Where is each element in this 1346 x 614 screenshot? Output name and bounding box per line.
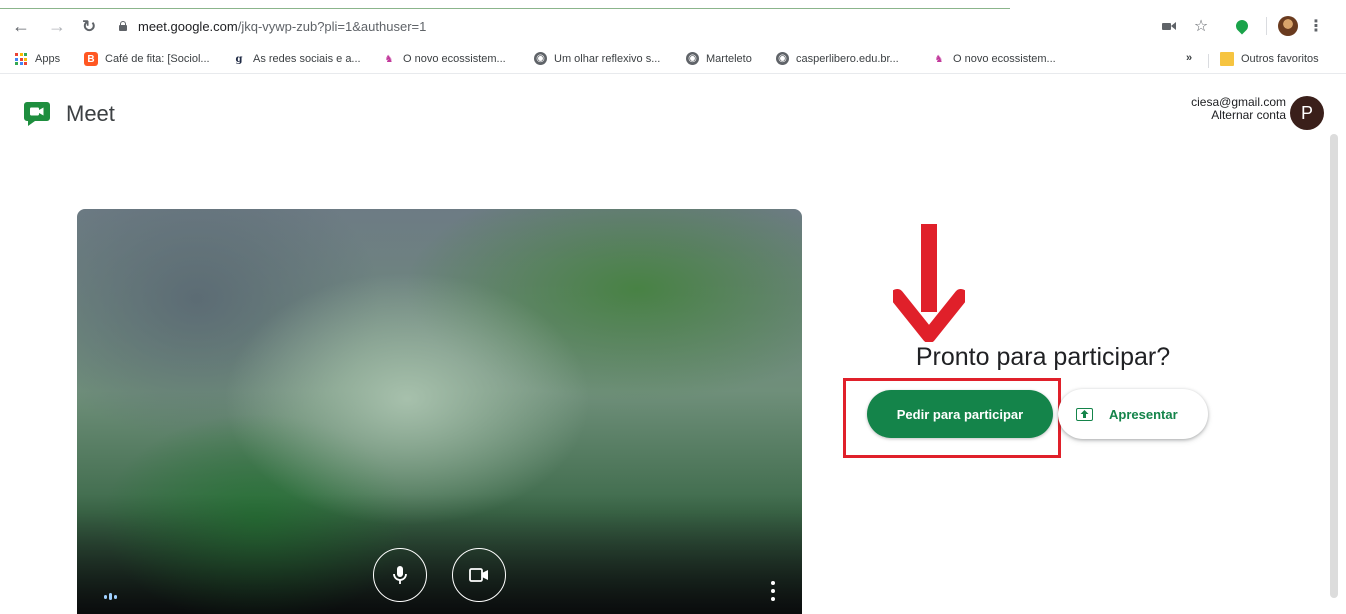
account-info: ciesa@gmail.com Alternar conta (1191, 96, 1286, 122)
bookmark-cafe-de-fita[interactable]: B Café de fita: [Sociol... (84, 52, 210, 66)
microphone-toggle-button[interactable] (373, 548, 427, 602)
url-path: /jkq-vywp-zub?pli=1&authuser=1 (237, 18, 427, 34)
bookmark-label: O novo ecossistem... (953, 53, 1056, 65)
folder-icon (1220, 52, 1234, 66)
present-button[interactable]: Apresentar (1058, 389, 1208, 439)
globe-icon: ◉ (534, 52, 547, 65)
avatar[interactable]: P (1290, 96, 1324, 130)
ask-to-join-button[interactable]: Pedir para participar (867, 390, 1053, 438)
bookmark-label: Marteleto (706, 52, 752, 65)
tab-strip-line (0, 8, 1010, 9)
present-button-label: Apresentar (1109, 406, 1178, 422)
toolbar-divider (1266, 17, 1267, 35)
bookmark-apps[interactable]: Apps (14, 52, 60, 66)
ready-to-join-heading: Pronto para participar? (915, 343, 1171, 371)
kebab-menu-icon[interactable]: ⋮ (1308, 15, 1324, 37)
blogger-icon: B (84, 52, 98, 66)
bookmark-marteleto[interactable]: ◉ Marteleto (686, 52, 752, 65)
bookmarks-divider (1208, 54, 1209, 68)
bookmark-label: Outros favoritos (1241, 53, 1319, 65)
bookmark-novo-ecossistema-2[interactable]: ♞ O novo ecossistem... (932, 52, 1056, 66)
microphone-icon (393, 566, 407, 584)
unicorn-icon: ♞ (384, 53, 394, 65)
globe-icon: ◉ (776, 52, 789, 65)
meet-title: Meet (66, 101, 115, 126)
bookmark-label: Um olhar reflexivo s... (554, 52, 661, 65)
bookmark-redes-sociais[interactable]: g As redes sociais e a... (232, 52, 361, 66)
video-preview (77, 209, 802, 614)
red-arrow-annotation (893, 224, 965, 342)
bookmark-olhar-reflexivo[interactable]: ◉ Um olhar reflexivo s... (534, 52, 660, 65)
present-screen-icon (1076, 407, 1093, 421)
camera-icon[interactable] (1160, 15, 1178, 37)
browser-profile-icon[interactable] (1276, 15, 1300, 37)
unicorn-icon: ♞ (934, 53, 944, 65)
browser-toolbar: ← → ↻ meet.google.com/jkq-vywp-zub?pli=1… (0, 0, 1346, 44)
leaf-extension-icon[interactable] (1232, 15, 1252, 37)
bookmark-novo-ecossistema[interactable]: ♞ O novo ecossistem... (382, 52, 506, 66)
bookmarks-bar: Apps B Café de fita: [Sociol... g As red… (0, 44, 1346, 74)
url-host: meet.google.com (138, 18, 238, 34)
meet-logo-icon[interactable] (23, 99, 51, 127)
switch-account-link[interactable]: Alternar conta (1191, 109, 1286, 122)
bookmark-label: Apps (35, 53, 61, 65)
back-arrow-icon[interactable]: ← (10, 15, 32, 37)
bookmark-label: As redes sociais e a... (253, 53, 361, 65)
forward-arrow-icon[interactable]: → (46, 15, 68, 37)
scrollbar[interactable] (1330, 134, 1338, 598)
bookmarks-overflow-button[interactable]: » (1186, 52, 1192, 64)
audio-level-indicator (104, 593, 117, 600)
video-shade (77, 494, 802, 614)
bookmark-label: casperlibero.edu.br... (796, 52, 899, 65)
lock-icon (118, 21, 128, 31)
address-bar[interactable]: meet.google.com/jkq-vywp-zub?pli=1&authu… (118, 14, 818, 38)
reload-icon[interactable]: ↻ (78, 15, 100, 37)
star-icon[interactable]: ☆ (1190, 15, 1212, 37)
apps-grid-icon (14, 52, 28, 66)
bookmark-label: Café de fita: [Sociol... (105, 53, 210, 65)
video-camera-icon (469, 568, 488, 582)
camera-toggle-button[interactable] (452, 548, 506, 602)
g-icon: g (235, 53, 243, 65)
globe-icon: ◉ (686, 52, 699, 65)
bookmark-other-favorites[interactable]: Outros favoritos (1220, 52, 1319, 66)
bookmark-casperlibero[interactable]: ◉ casperlibero.edu.br... (776, 52, 899, 65)
more-options-icon[interactable] (767, 581, 779, 601)
bookmark-label: O novo ecossistem... (403, 53, 506, 65)
